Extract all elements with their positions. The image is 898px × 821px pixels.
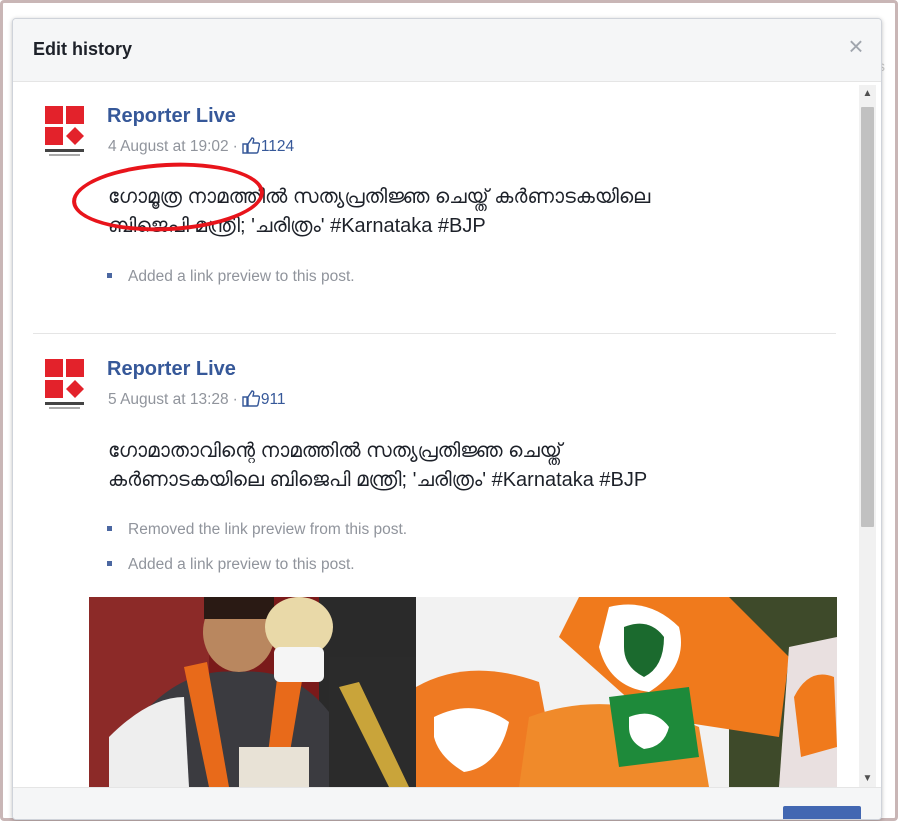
footer-button[interactable] xyxy=(783,806,861,819)
entry-divider xyxy=(33,333,836,334)
post-text: ഗോമാതാവിന്റെ നാമത്തിൽ സത്യപ്രതിജ്ഞ ചെയ്ത… xyxy=(108,437,828,495)
reporter-logo xyxy=(45,359,84,409)
change-text: Removed the link preview from this post. xyxy=(128,521,408,538)
timestamp[interactable]: 5 August at 13:28 xyxy=(108,391,229,408)
dialog-title: Edit history xyxy=(33,39,133,59)
edit-history-dialog: Edit history × Reporter Live 4 August at… xyxy=(12,18,882,820)
scroll-thumb[interactable] xyxy=(861,107,874,527)
page-name-link[interactable]: Reporter Live xyxy=(107,105,236,128)
post-text-line: ഗോമാതാവിന്റെ നാമത്തിൽ സത്യപ്രതിജ്ഞ ചെയ്ത… xyxy=(108,440,562,462)
change-text: Added a link preview to this post. xyxy=(128,268,355,285)
bullet-icon xyxy=(107,273,112,278)
like-count[interactable]: 1124 xyxy=(261,138,294,155)
post-meta: 5 August at 13:28 · 911 xyxy=(108,390,286,408)
change-item: Removed the link preview from this post. xyxy=(107,521,407,539)
scroll-down-arrow-icon[interactable]: ▼ xyxy=(859,770,876,787)
history-entry: Reporter Live 5 August at 13:28 · 911 ഗോമാ… xyxy=(33,335,837,595)
timestamp[interactable]: 4 August at 19:02 xyxy=(108,138,229,155)
page-name-link[interactable]: Reporter Live xyxy=(107,358,236,381)
like-count[interactable]: 911 xyxy=(261,391,286,408)
post-text-line: കർണാടകയിലെ ബിജെപി മന്ത്രി; 'ചരിത്രം' #Ka… xyxy=(108,469,648,491)
change-item: Added a link preview to this post. xyxy=(107,268,355,286)
dialog-footer xyxy=(13,787,881,819)
thumbs-up-icon xyxy=(242,137,260,154)
scroll-up-arrow-icon[interactable]: ▲ xyxy=(859,85,876,102)
close-button[interactable]: × xyxy=(845,33,867,59)
change-text: Added a link preview to this post. xyxy=(128,556,355,573)
dialog-header: Edit history × xyxy=(13,19,881,82)
vertical-scrollbar[interactable]: ▲ ▼ xyxy=(859,85,876,787)
link-preview-image[interactable] xyxy=(89,597,837,787)
post-meta: 4 August at 19:02 · 1124 xyxy=(108,137,295,155)
bullet-icon xyxy=(107,561,112,566)
thumbs-up-icon xyxy=(242,390,260,407)
reporter-logo xyxy=(45,106,84,156)
bullet-icon xyxy=(107,526,112,531)
change-item: Added a link preview to this post. xyxy=(107,556,355,574)
